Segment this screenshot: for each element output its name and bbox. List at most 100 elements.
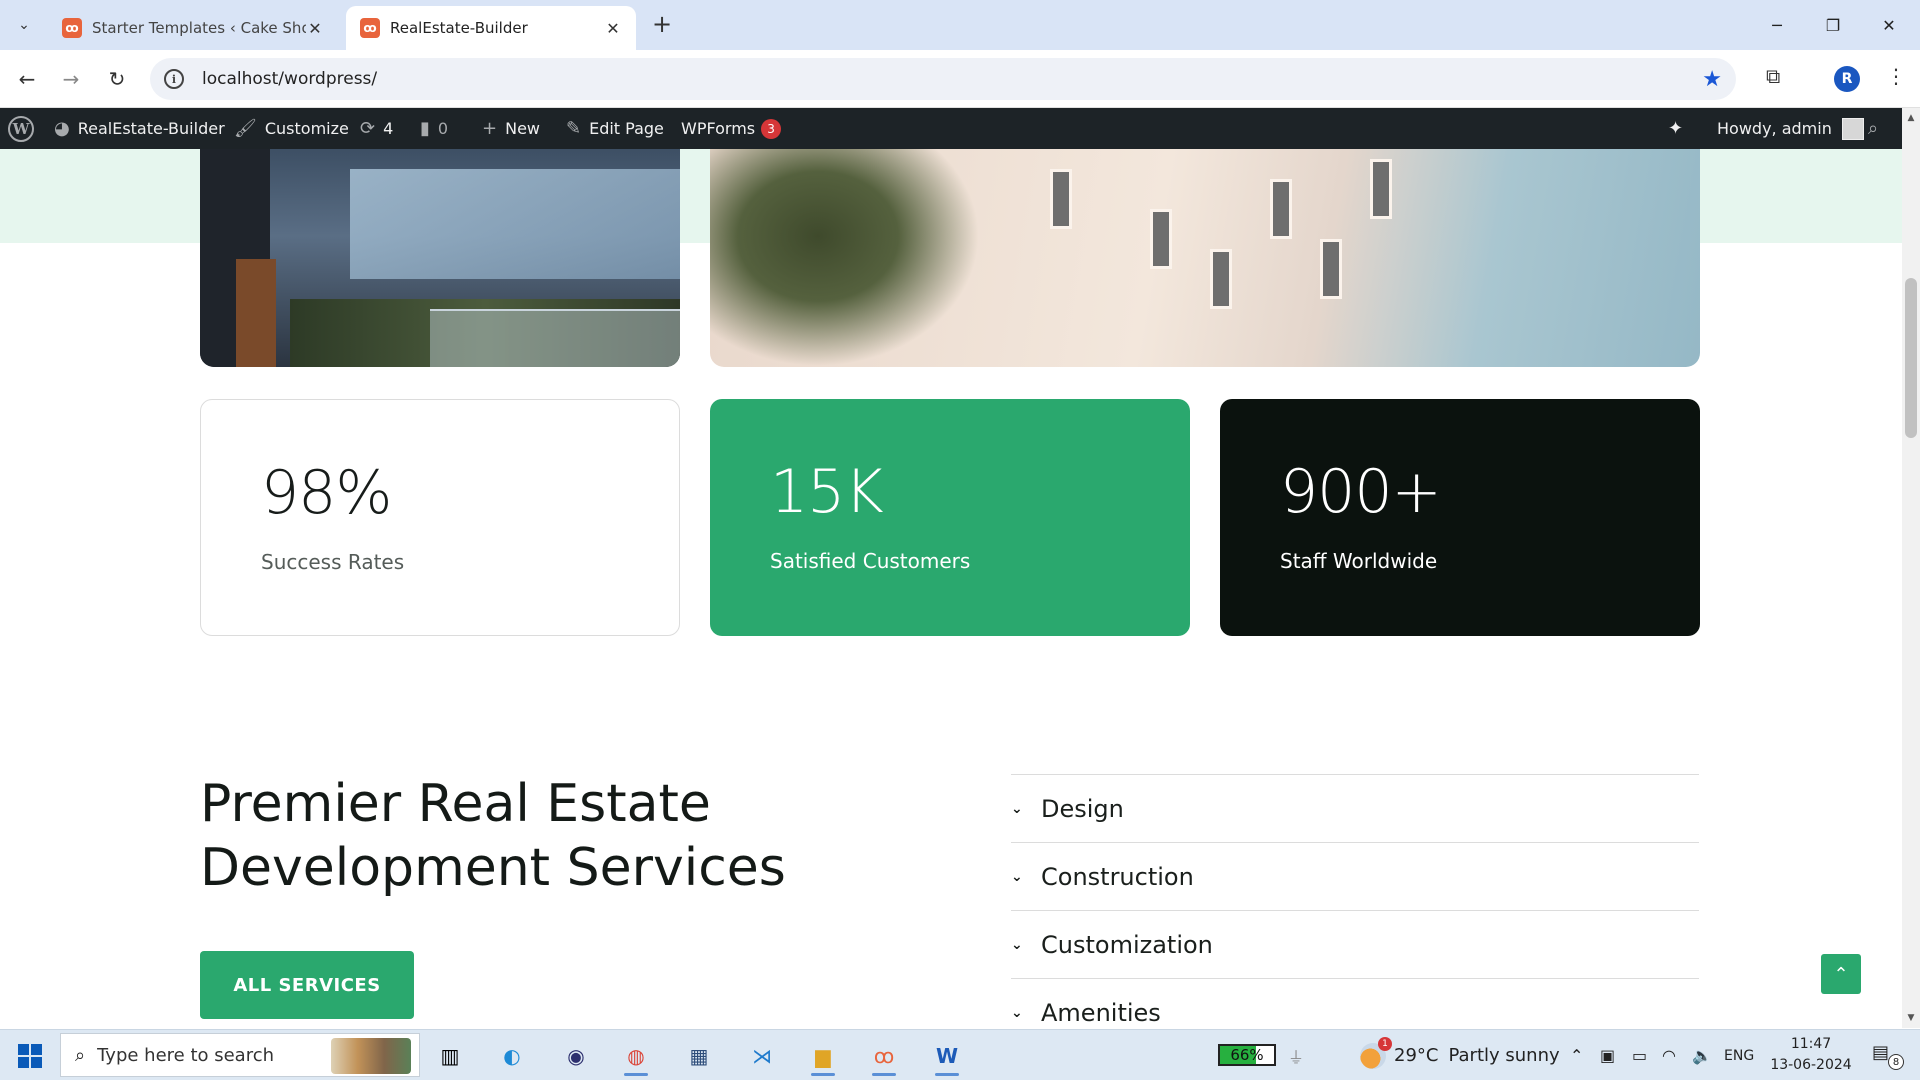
modern-building-image: [200, 149, 680, 367]
customize-label: Customize: [264, 119, 349, 138]
page-scrollbar[interactable]: ▲ ▼: [1902, 108, 1920, 1028]
input-language-indicator[interactable]: ENG: [1724, 1030, 1754, 1081]
profile-avatar[interactable]: R: [1834, 66, 1860, 92]
tab-realestate-builder[interactable]: ꝏ RealEstate-Builder ✕: [346, 6, 636, 50]
chevron-down-icon: ⌄: [1011, 936, 1023, 953]
classic-building-image: [710, 149, 1700, 367]
new-content-menu[interactable]: + New: [482, 108, 540, 149]
scroll-up-arrow-icon[interactable]: ▲: [1902, 110, 1920, 126]
url-text[interactable]: localhost/wordpress/: [202, 69, 377, 89]
page-viewport: 98% Success Rates 15K Satisfied Customer…: [0, 149, 1902, 1029]
clock-date: 13-06-2024: [1770, 1057, 1852, 1073]
battery-indicator[interactable]: 66%: [1218, 1044, 1276, 1066]
clock-time: 11:47: [1790, 1036, 1832, 1052]
wpforms-label: WPForms: [681, 119, 756, 138]
services-heading-line1: Premier Real Estate: [200, 774, 711, 834]
chrome-browser-icon[interactable]: ◍: [614, 1035, 658, 1077]
stat-value: 900+: [1280, 457, 1442, 527]
browser-tab-bar: ⌄ ꝏ Starter Templates ‹ Cake Shop – ✕ ꝏ …: [0, 0, 1920, 50]
tab-starter-templates[interactable]: ꝏ Starter Templates ‹ Cake Shop – ✕: [48, 6, 338, 50]
stat-label: Staff Worldwide: [1280, 549, 1438, 573]
new-tab-plus-icon[interactable]: +: [650, 12, 674, 36]
plus-icon: +: [482, 118, 498, 139]
edit-page-link[interactable]: ✎ Edit Page: [566, 108, 664, 149]
notification-center-icon[interactable]: ▤ 8: [1872, 1042, 1904, 1070]
file-explorer-icon[interactable]: ▆: [801, 1035, 845, 1077]
minimize-icon[interactable]: ─: [1754, 10, 1800, 40]
dashboard-gauge-icon: ◕: [54, 118, 70, 139]
tab-title: Starter Templates ‹ Cake Shop –: [92, 19, 306, 37]
browser-toolbar: ← → ↻ i localhost/wordpress/ ★: [0, 50, 1920, 108]
restore-icon[interactable]: ❐: [1810, 10, 1856, 40]
scrollbar-thumb[interactable]: [1905, 278, 1917, 438]
accordion-item-amenities[interactable]: ⌄ Amenities: [1011, 978, 1699, 1029]
word-icon[interactable]: W: [925, 1035, 969, 1077]
updates-link[interactable]: ⟳ 4: [360, 108, 393, 149]
bookmark-star-icon[interactable]: ★: [1702, 67, 1722, 92]
chevron-up-icon: ⌃: [1833, 963, 1849, 985]
partly-sunny-icon: 1: [1360, 1036, 1392, 1069]
wp-logo-menu[interactable]: W: [8, 108, 34, 149]
search-icon: ⌕: [1868, 118, 1879, 139]
comments-link[interactable]: ▮ 0: [420, 108, 448, 149]
scroll-to-top-button[interactable]: ⌃: [1821, 954, 1861, 994]
volume-icon[interactable]: 🔈: [1692, 1030, 1712, 1081]
reload-icon[interactable]: ↻: [102, 64, 132, 94]
weather-condition: Partly sunny: [1448, 1045, 1560, 1066]
forward-arrow-icon[interactable]: →: [56, 64, 86, 94]
wp-admin-bar: W ◕ RealEstate-Builder 🖌 Customize ⟳ 4 ▮…: [0, 108, 1920, 149]
extensions-puzzle-icon[interactable]: ⧉: [1766, 64, 1780, 88]
updates-count: 4: [383, 119, 394, 138]
search-icon: ⌕: [75, 1044, 86, 1066]
admin-search-button[interactable]: ⌕: [1868, 108, 1886, 149]
xampp-control-icon[interactable]: ꝏ: [862, 1035, 906, 1077]
stat-card-staff-worldwide: 900+ Staff Worldwide: [1220, 399, 1700, 636]
wpforms-menu[interactable]: WPForms 3: [681, 108, 782, 149]
xampp-favicon-icon: ꝏ: [62, 18, 82, 38]
task-view-icon[interactable]: ▥: [428, 1035, 472, 1077]
windows-taskbar: ⌕ Type here to search ▥ ◐ ◉ ◍ ▦ ⋊ ▆ ꝏ W …: [0, 1029, 1920, 1080]
weather-temperature: 29°C: [1394, 1045, 1439, 1066]
windows-start-icon[interactable]: [18, 1044, 42, 1068]
system-clock[interactable]: 11:47 13-06-2024: [1766, 1034, 1856, 1076]
all-services-button[interactable]: ALL SERVICES: [200, 951, 414, 1019]
vscode-icon[interactable]: ⋊: [740, 1035, 784, 1077]
meet-now-icon[interactable]: ▣: [1600, 1030, 1615, 1081]
browser-menu-icon[interactable]: ⋮: [1886, 64, 1906, 88]
weather-widget[interactable]: 1 29°C Partly sunny: [1360, 1030, 1560, 1081]
mysql-workbench-icon[interactable]: ▦: [677, 1035, 721, 1077]
edit-page-label: Edit Page: [589, 119, 664, 138]
tab-close-icon[interactable]: ✕: [306, 19, 324, 38]
show-hidden-icons-chevron-icon[interactable]: ⌃: [1570, 1030, 1583, 1081]
accordion-item-customization[interactable]: ⌄ Customization: [1011, 910, 1699, 978]
window-close-icon[interactable]: ✕: [1866, 10, 1912, 40]
customize-link[interactable]: 🖌 Customize: [234, 108, 349, 149]
new-label: New: [505, 119, 540, 138]
site-name-menu[interactable]: ◕ RealEstate-Builder: [54, 108, 225, 149]
accordion-item-construction[interactable]: ⌄ Construction: [1011, 842, 1699, 910]
battery-tray-icon[interactable]: ▭: [1632, 1030, 1647, 1081]
site-name: RealEstate-Builder: [77, 119, 225, 138]
scroll-down-arrow-icon[interactable]: ▼: [1902, 1010, 1920, 1026]
accordion-label: Construction: [1041, 862, 1194, 891]
chevron-down-icon: ⌄: [1011, 868, 1023, 885]
stat-value: 15K: [770, 457, 884, 527]
accordion-item-design[interactable]: ⌄ Design: [1011, 774, 1699, 842]
address-bar[interactable]: i localhost/wordpress/ ★: [150, 58, 1736, 100]
wifi-icon[interactable]: ◠: [1662, 1030, 1676, 1081]
back-arrow-icon[interactable]: ←: [12, 64, 42, 94]
accordion-label: Design: [1041, 794, 1124, 823]
accordion-label: Customization: [1041, 930, 1213, 959]
tab-close-icon[interactable]: ✕: [604, 19, 622, 38]
updates-refresh-icon: ⟳: [360, 118, 376, 139]
ai-sparkle-button[interactable]: ✦: [1668, 108, 1691, 149]
my-account-menu[interactable]: Howdy, admin: [1717, 108, 1864, 149]
taskbar-search-box[interactable]: ⌕ Type here to search: [60, 1033, 420, 1077]
comments-count: 0: [437, 119, 449, 138]
stat-card-satisfied-customers: 15K Satisfied Customers: [710, 399, 1190, 636]
edge-browser-icon[interactable]: ◐: [490, 1035, 534, 1077]
site-info-icon[interactable]: i: [164, 69, 184, 89]
eclipse-ide-icon[interactable]: ◉: [554, 1035, 598, 1077]
tab-search-chevron-icon[interactable]: ⌄: [8, 10, 40, 40]
stat-card-success-rates: 98% Success Rates: [200, 399, 680, 636]
